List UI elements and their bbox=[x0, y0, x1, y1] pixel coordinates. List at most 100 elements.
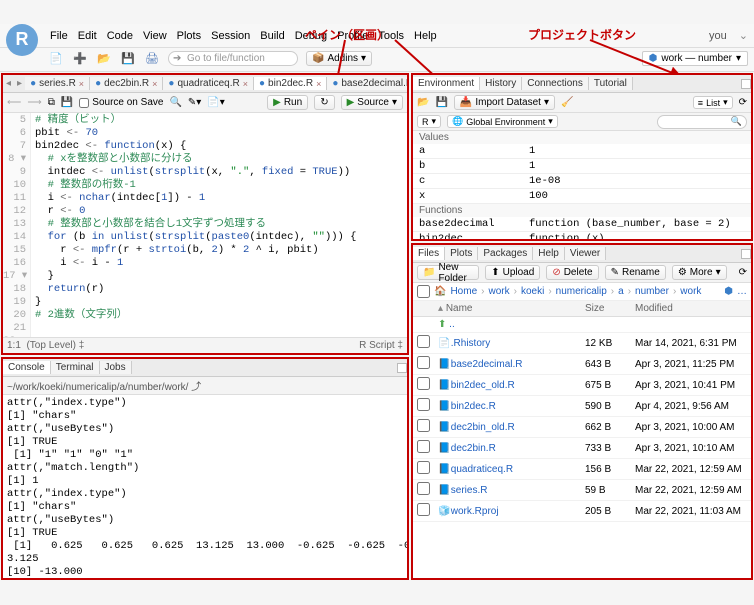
source-editor[interactable]: 5 6 7 8 ▾ 9 10 11 12 13 14 15 16 17 ▾ 18… bbox=[3, 113, 407, 337]
tab-connections[interactable]: Connections bbox=[522, 77, 589, 90]
env-row[interactable]: x100 bbox=[413, 189, 751, 204]
menu-help[interactable]: Help bbox=[414, 30, 437, 42]
rerun-icon[interactable]: ↻ bbox=[314, 95, 334, 110]
close-icon[interactable]: × bbox=[243, 79, 248, 89]
menu-plots[interactable]: Plots bbox=[177, 30, 201, 42]
show-in-new-icon[interactable]: ⧉ bbox=[48, 97, 55, 108]
save-workspace-icon[interactable]: 💾 bbox=[435, 97, 447, 108]
file-row-up[interactable]: ⬆ .. bbox=[413, 317, 751, 333]
crumb[interactable]: numericalip bbox=[556, 286, 607, 297]
import-dataset-button[interactable]: 📥 Import Dataset ▾ bbox=[454, 95, 555, 110]
crumb[interactable]: koeki bbox=[521, 286, 544, 297]
goto-file-function-input[interactable]: Go to file/function bbox=[168, 51, 298, 66]
crumb[interactable]: number bbox=[635, 286, 669, 297]
menu-edit[interactable]: Edit bbox=[78, 30, 97, 42]
file-select-checkbox[interactable] bbox=[417, 377, 430, 390]
tab-quadraticeq[interactable]: ●quadraticeq.R× bbox=[163, 77, 254, 90]
env-scope[interactable]: 🌐 Global Environment ▾ bbox=[447, 115, 558, 128]
pane-popout-icon[interactable] bbox=[741, 79, 751, 89]
new-folder-button[interactable]: 📁 New Folder bbox=[417, 265, 479, 280]
tab-files[interactable]: Files bbox=[413, 247, 445, 260]
file-select-checkbox[interactable] bbox=[417, 461, 430, 474]
editor-code[interactable]: # 精度（ビット）pbit <- 70bin2dec <- function(x… bbox=[31, 113, 407, 337]
upload-button[interactable]: ⬆ Upload bbox=[485, 265, 540, 280]
close-icon[interactable]: × bbox=[152, 79, 157, 89]
new-file-icon[interactable]: 📄 bbox=[48, 51, 64, 67]
tab-bin2dec[interactable]: ●bin2dec.R× bbox=[254, 77, 327, 90]
tab-environment[interactable]: Environment bbox=[413, 77, 480, 90]
menu-view[interactable]: View bbox=[143, 30, 167, 42]
file-row[interactable]: 📘 dec2bin_old.R662 BApr 3, 2021, 10:00 A… bbox=[413, 417, 751, 438]
file-row[interactable]: 📘 bin2dec.R590 BApr 4, 2021, 9:56 AM bbox=[413, 396, 751, 417]
tab-base2decimal[interactable]: ●base2decimal.R× bbox=[327, 77, 407, 90]
tabs-prev-icon[interactable]: ◂ bbox=[3, 78, 14, 89]
fwd-icon[interactable]: ⟶ bbox=[27, 97, 41, 108]
file-row[interactable]: 📘 dec2bin.R733 BApr 3, 2021, 10:10 AM bbox=[413, 438, 751, 459]
tab-dec2bin[interactable]: ●dec2bin.R× bbox=[90, 77, 163, 90]
tab-console[interactable]: Console bbox=[3, 361, 51, 374]
scope-label[interactable]: (Top Level) bbox=[26, 340, 75, 351]
run-button[interactable]: ▶Run bbox=[267, 95, 308, 110]
file-row[interactable]: 🧊 work.Rproj205 BMar 22, 2021, 11:03 AM bbox=[413, 501, 751, 522]
file-select-checkbox[interactable] bbox=[417, 356, 430, 369]
menu-code[interactable]: Code bbox=[107, 30, 133, 42]
close-icon[interactable]: × bbox=[316, 79, 321, 89]
report-icon[interactable]: 📄▾ bbox=[207, 97, 224, 108]
file-select-checkbox[interactable] bbox=[417, 503, 430, 516]
load-workspace-icon[interactable]: 📂 bbox=[417, 97, 429, 108]
file-select-checkbox[interactable] bbox=[417, 335, 430, 348]
env-row[interactable]: bin2decfunction (x) bbox=[413, 232, 751, 240]
file-select-checkbox[interactable] bbox=[417, 482, 430, 495]
file-row[interactable]: 📄 .Rhistory12 KBMar 14, 2021, 6:31 PM bbox=[413, 333, 751, 354]
save-all-icon[interactable]: 💾 bbox=[120, 51, 136, 67]
env-row[interactable]: c1e-08 bbox=[413, 174, 751, 189]
pane-popout-icon[interactable] bbox=[397, 363, 407, 373]
env-view-mode[interactable]: ≡ List ▾ bbox=[693, 96, 733, 109]
wd-expand-icon[interactable]: ⤴ bbox=[191, 382, 201, 393]
refresh-icon[interactable]: ⟳ bbox=[739, 267, 747, 278]
refresh-icon[interactable]: ⟳ bbox=[739, 97, 747, 108]
file-select-checkbox[interactable] bbox=[417, 440, 430, 453]
close-icon[interactable]: × bbox=[79, 79, 84, 89]
delete-button[interactable]: ⊘ Delete bbox=[546, 265, 598, 280]
tabs-next-icon[interactable]: ▸ bbox=[14, 78, 25, 89]
user-label[interactable]: you bbox=[709, 30, 727, 42]
tab-packages[interactable]: Packages bbox=[478, 247, 533, 260]
user-dropdown-icon[interactable]: ⌄ bbox=[739, 29, 748, 42]
tab-terminal[interactable]: Terminal bbox=[51, 361, 100, 374]
file-row[interactable]: 📘 bin2dec_old.R675 BApr 3, 2021, 10:41 P… bbox=[413, 375, 751, 396]
file-row[interactable]: 📘 quadraticeq.R156 BMar 22, 2021, 12:59 … bbox=[413, 459, 751, 480]
env-row[interactable]: a1 bbox=[413, 144, 751, 159]
tab-series[interactable]: ●series.R× bbox=[25, 77, 90, 90]
addins-button[interactable]: 📦 Addins ▾ bbox=[306, 51, 372, 66]
env-row[interactable]: base2decimalfunction (base_number, base … bbox=[413, 217, 751, 232]
source-button[interactable]: ▶Source ▾ bbox=[341, 95, 403, 110]
wand-icon[interactable]: ✎▾ bbox=[188, 97, 201, 108]
tab-plots[interactable]: Plots bbox=[445, 247, 478, 260]
col-size[interactable]: Size bbox=[581, 301, 631, 317]
back-icon[interactable]: ⟵ bbox=[7, 97, 21, 108]
tab-viewer[interactable]: Viewer bbox=[565, 247, 606, 260]
console-output[interactable]: attr(,"index.type") [1] "chars" attr(,"u… bbox=[3, 395, 407, 578]
file-select-checkbox[interactable] bbox=[417, 419, 430, 432]
file-select-checkbox[interactable] bbox=[417, 398, 430, 411]
more-path-icon[interactable]: … bbox=[737, 286, 747, 297]
print-icon[interactable]: 🖨 bbox=[144, 51, 160, 67]
project-root-icon[interactable]: ⬢ bbox=[724, 286, 733, 297]
crumb[interactable]: work bbox=[680, 286, 701, 297]
console-working-dir[interactable]: ~/work/koeki/numericalip/a/number/work/ … bbox=[3, 377, 407, 395]
env-search-input[interactable] bbox=[657, 115, 747, 129]
tab-help[interactable]: Help bbox=[533, 247, 565, 260]
col-modified[interactable]: Modified bbox=[631, 301, 751, 317]
crumb[interactable]: a bbox=[618, 286, 624, 297]
menu-build[interactable]: Build bbox=[260, 30, 284, 42]
menu-file[interactable]: File bbox=[50, 30, 68, 42]
env-row[interactable]: b1 bbox=[413, 159, 751, 174]
rename-button[interactable]: ✎ Rename bbox=[605, 265, 666, 280]
tab-history[interactable]: History bbox=[480, 77, 522, 90]
clear-objects-icon[interactable]: 🧹 bbox=[561, 97, 573, 108]
file-row[interactable]: 📘 series.R59 BMar 22, 2021, 12:59 AM bbox=[413, 480, 751, 501]
source-on-save-checkbox[interactable]: Source on Save bbox=[79, 97, 163, 108]
new-project-icon[interactable]: ➕ bbox=[72, 51, 88, 67]
file-row[interactable]: 📘 base2decimal.R643 BApr 3, 2021, 11:25 … bbox=[413, 354, 751, 375]
